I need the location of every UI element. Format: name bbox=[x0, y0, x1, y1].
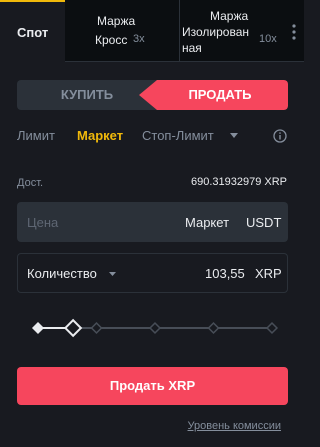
amount-slider[interactable] bbox=[30, 315, 280, 341]
available-label: Дост. bbox=[17, 177, 44, 189]
tab-cross-label-line1: Маржа bbox=[97, 14, 136, 28]
slider-tick-3[interactable] bbox=[207, 321, 220, 335]
sell-xrp-button[interactable]: Продать XRP bbox=[17, 367, 288, 405]
quantity-value: 103,55 bbox=[205, 266, 245, 281]
more-vertical-icon[interactable] bbox=[287, 22, 301, 42]
buy-sell-toggle: КУПИТЬ ПРОДАТЬ bbox=[17, 80, 288, 110]
slider-tick-1[interactable] bbox=[90, 321, 103, 335]
fee-level-link[interactable]: Уровень комиссии bbox=[188, 420, 281, 432]
tab-isolated-label-line2: Изолирован bbox=[182, 25, 249, 39]
tab-isolated-margin[interactable]: Маржа Изолирован ная 10x bbox=[180, 0, 285, 62]
price-unit: USDT bbox=[246, 215, 282, 230]
tab-isolated-leverage: 10x bbox=[259, 33, 277, 45]
order-type-market[interactable]: Маркет bbox=[77, 128, 123, 143]
caret-down-icon[interactable] bbox=[230, 133, 238, 138]
tab-cross-label-line2: Кросс bbox=[95, 33, 128, 47]
quantity-label: Количество bbox=[27, 266, 97, 281]
slider-tick-2[interactable] bbox=[148, 321, 162, 335]
price-input[interactable]: Цена Маркет USDT bbox=[17, 202, 288, 242]
tab-spot[interactable]: Спот bbox=[0, 0, 65, 62]
slider-tick-0[interactable] bbox=[31, 321, 45, 335]
slider-thumb[interactable] bbox=[63, 318, 83, 338]
tab-isolated-label-line1: Маржа bbox=[210, 9, 249, 23]
quantity-caret-down-icon[interactable] bbox=[109, 272, 116, 276]
trade-mode-tabs: Спот Маржа Кросс 3x Маржа Изолирован ная… bbox=[0, 0, 304, 62]
tab-cross-margin[interactable]: Маржа Кросс 3x bbox=[65, 0, 180, 62]
info-icon[interactable] bbox=[273, 129, 287, 143]
price-value: Маркет bbox=[185, 215, 230, 230]
tab-spot-label: Спот bbox=[17, 25, 49, 40]
tab-isolated-label-line3: ная bbox=[182, 41, 202, 55]
available-balance: 690.31932979 XRP bbox=[190, 176, 287, 188]
slider-tick-4[interactable] bbox=[265, 321, 279, 335]
quantity-unit: XRP bbox=[255, 266, 282, 281]
order-type-limit[interactable]: Лимит bbox=[17, 128, 55, 143]
order-type-stop-limit[interactable]: Стоп-Лимит bbox=[142, 128, 214, 143]
price-placeholder: Цена bbox=[27, 215, 59, 230]
buy-toggle-button[interactable]: КУПИТЬ bbox=[17, 80, 157, 110]
quantity-input[interactable]: Количество 103,55 XRP bbox=[17, 253, 288, 293]
tab-cross-leverage: 3x bbox=[133, 33, 145, 45]
sell-toggle-button[interactable]: ПРОДАТЬ bbox=[152, 80, 288, 110]
